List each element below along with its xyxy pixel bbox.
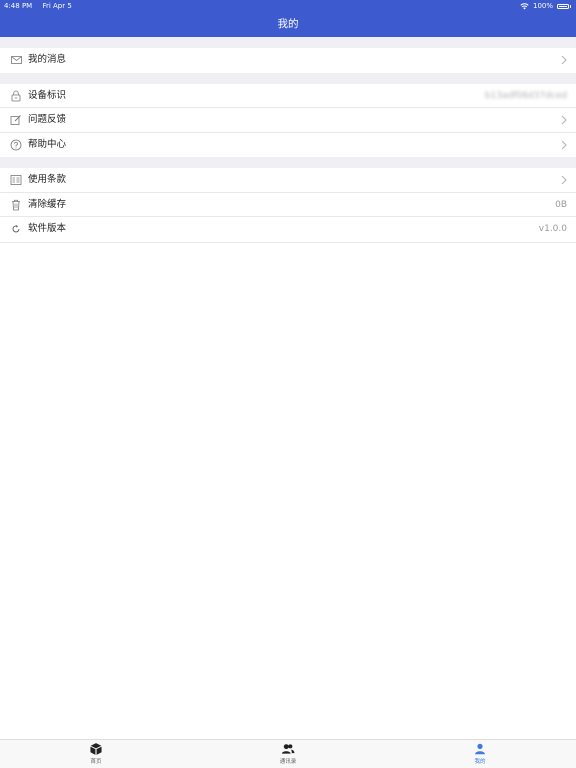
page-title: 我的 bbox=[277, 18, 299, 30]
tab-bar: 首页 通讯录 我的 bbox=[0, 739, 576, 768]
trash-icon bbox=[10, 199, 22, 211]
section-messages: 我的消息 bbox=[0, 48, 576, 73]
chevron-right-icon bbox=[561, 115, 567, 125]
tab-me[interactable]: 我的 bbox=[450, 742, 510, 768]
version-value: v1.0.0 bbox=[538, 224, 567, 234]
question-icon bbox=[10, 139, 22, 151]
section-app: 使用条款 清除缓存 0B 软件版本 v1.0.0 bbox=[0, 168, 576, 243]
row-messages-label: 我的消息 bbox=[28, 54, 67, 65]
status-bar: 4:48 PM Fri Apr 5 100% bbox=[0, 0, 576, 12]
cube-icon bbox=[90, 743, 102, 755]
settings-list: 我的消息 设备标识 b13adf06d37dced 问题反馈 帮助中心 使用条款… bbox=[0, 37, 576, 739]
tab-home-label: 首页 bbox=[90, 759, 102, 765]
document-icon bbox=[10, 174, 22, 186]
contacts-icon bbox=[281, 744, 295, 754]
wifi-icon bbox=[520, 2, 529, 9]
row-feedback[interactable]: 问题反馈 bbox=[0, 108, 576, 133]
row-version[interactable]: 软件版本 v1.0.0 bbox=[0, 217, 576, 242]
person-icon bbox=[475, 743, 485, 755]
battery-icon bbox=[557, 3, 569, 9]
row-help[interactable]: 帮助中心 bbox=[0, 132, 576, 157]
battery-cap bbox=[570, 4, 571, 8]
chevron-right-icon bbox=[561, 140, 567, 149]
row-device-id[interactable]: 设备标识 b13adf06d37dced bbox=[0, 83, 576, 108]
envelope-icon bbox=[10, 54, 22, 66]
refresh-icon bbox=[10, 223, 22, 235]
tab-me-label: 我的 bbox=[474, 759, 486, 765]
row-clear-cache-label: 清除缓存 bbox=[28, 198, 67, 210]
chevron-right-icon bbox=[561, 175, 567, 185]
section-gap bbox=[0, 72, 576, 84]
row-version-label: 软件版本 bbox=[28, 223, 67, 234]
section-gap bbox=[0, 157, 576, 168]
row-terms-label: 使用条款 bbox=[28, 174, 67, 185]
edit-icon bbox=[10, 114, 22, 126]
row-terms[interactable]: 使用条款 bbox=[0, 168, 576, 193]
chevron-right-icon bbox=[561, 55, 567, 65]
tab-contacts-label: 通讯录 bbox=[279, 759, 297, 765]
status-date: Fri Apr 5 bbox=[42, 2, 72, 10]
row-feedback-label: 问题反馈 bbox=[28, 114, 67, 125]
device-id-value: b13adf06d37dced bbox=[484, 90, 567, 101]
section-device: 设备标识 b13adf06d37dced 问题反馈 帮助中心 bbox=[0, 83, 576, 157]
row-help-label: 帮助中心 bbox=[28, 138, 67, 150]
section-gap bbox=[0, 37, 576, 48]
row-messages[interactable]: 我的消息 bbox=[0, 48, 576, 73]
navigation-header: 4:48 PM Fri Apr 5 100% 我的 bbox=[0, 0, 576, 37]
cache-size-value: 0B bbox=[555, 199, 567, 210]
tab-home[interactable]: 首页 bbox=[66, 742, 126, 768]
tab-contacts[interactable]: 通讯录 bbox=[258, 742, 318, 768]
status-time: 4:48 PM bbox=[4, 2, 33, 10]
row-device-id-label: 设备标识 bbox=[28, 89, 67, 101]
battery-percent: 100% bbox=[532, 2, 553, 10]
row-clear-cache[interactable]: 清除缓存 0B bbox=[0, 192, 576, 217]
lock-icon bbox=[10, 90, 22, 102]
